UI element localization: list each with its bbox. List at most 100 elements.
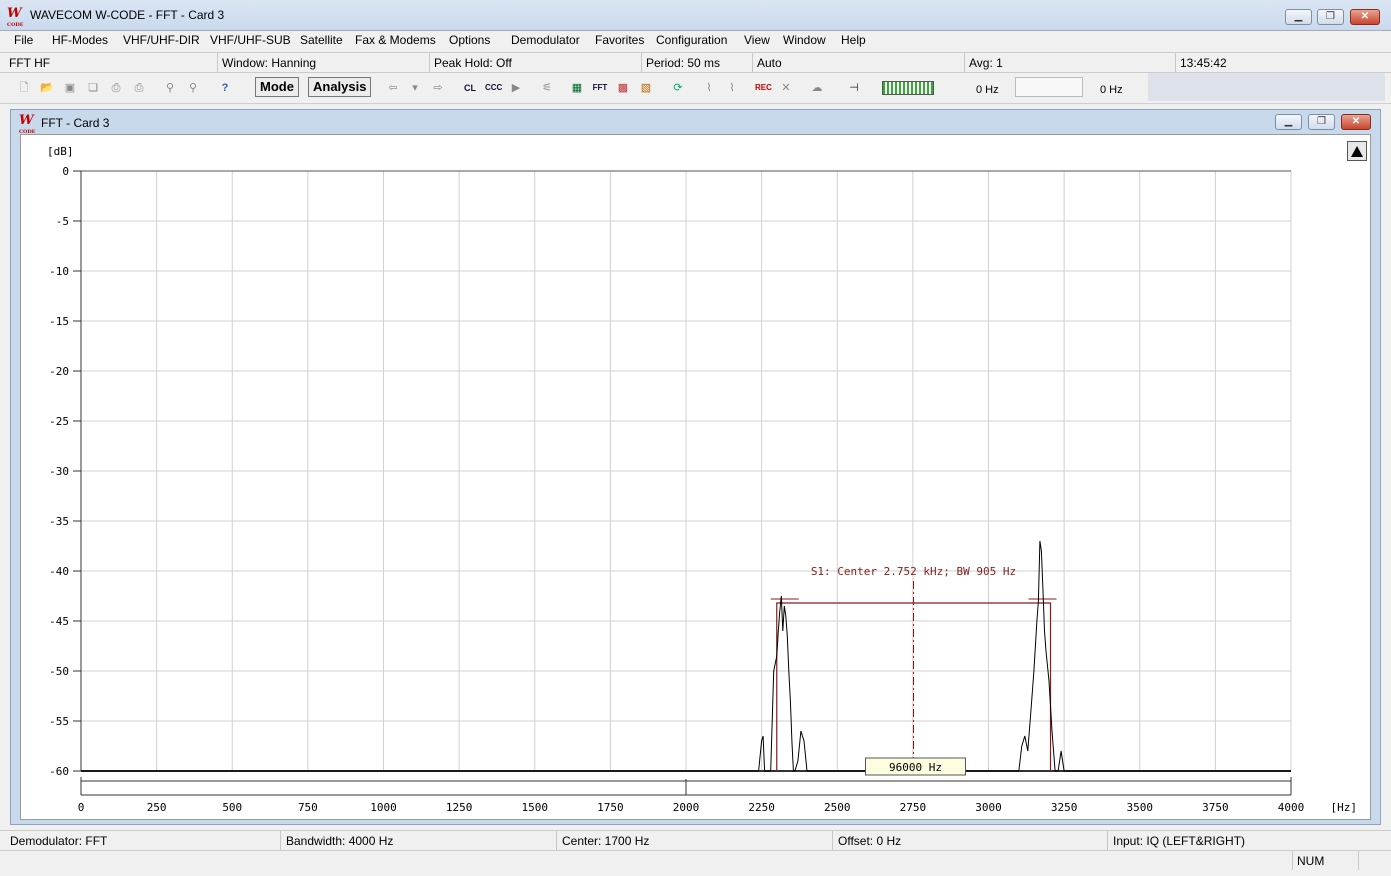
menu-favorites[interactable]: Favorites [595, 33, 644, 47]
x-tick-label: 500 [222, 801, 242, 814]
fft-status-row: FFT HF Window: Hanning Peak Hold: Off Pe… [0, 52, 1391, 73]
x-tick-label: 1500 [522, 801, 549, 814]
menu-configuration[interactable]: Configuration [656, 33, 727, 47]
sonagram-icon[interactable]: ▧ [638, 80, 654, 96]
close-button[interactable]: ✕ [1350, 9, 1380, 25]
tools-icon[interactable]: ✕ [778, 80, 794, 96]
new-file-icon[interactable]: 🗋 [16, 80, 32, 96]
selection-annotation: S1: Center 2.752 kHz; BW 905 Hz [811, 565, 1016, 578]
menu-vhf-uhf-sub[interactable]: VHF/UHF-SUB [210, 33, 291, 47]
x-tick-label: 3000 [975, 801, 1002, 814]
back-arrow-icon[interactable]: ⇦ [385, 80, 401, 96]
child-maximize-button[interactable]: ❐ [1308, 114, 1335, 130]
menu-help[interactable]: Help [841, 33, 866, 47]
pb-icon[interactable]: ⌇ [724, 80, 740, 96]
save-icon[interactable]: ▣ [62, 80, 78, 96]
x-tick-label: 3750 [1202, 801, 1229, 814]
child-logo-icon: W CODE [19, 113, 36, 135]
clock-label: 13:45:42 [1180, 56, 1227, 70]
print-preview-icon[interactable]: ⎙ [131, 80, 147, 96]
fft-child-window: W CODE FFT - Card 3 ▁ ❐ ✕ 0 -5 -10 -15 -20 -25… [10, 109, 1381, 825]
cloud-icon[interactable]: ☁ [809, 80, 825, 96]
mode-button[interactable]: Mode [255, 77, 299, 97]
period-label: Period: 50 ms [646, 56, 721, 70]
record-icon[interactable]: REC [755, 80, 772, 96]
window-title: WAVECOM W-CODE - FFT - Card 3 [30, 8, 225, 22]
antenna-icon[interactable]: ⚟ [539, 80, 555, 96]
menu-options[interactable]: Options [449, 33, 490, 47]
tuning-icon[interactable]: ⊣ [846, 80, 862, 96]
play-icon[interactable]: ▶ [508, 80, 524, 96]
y-tick-label: -30 [49, 465, 69, 478]
toolbar: 🗋 📂 ▣ ❏ ⎙ ⎙ ⚲ ⚲ ? Mode Analysis ⇦ ▾ ⇨ CL… [0, 73, 1391, 104]
analysis-button[interactable]: Analysis [308, 77, 372, 97]
x-tick-label: 3500 [1127, 801, 1154, 814]
refresh-icon[interactable]: ⟳ [670, 80, 686, 96]
menu-window[interactable]: Window [783, 33, 826, 47]
menu-fax-modems[interactable]: Fax & Modems [355, 33, 436, 47]
x-tick-label: 2000 [673, 801, 700, 814]
x-tick-label: 2750 [900, 801, 927, 814]
menu-view[interactable]: View [744, 33, 770, 47]
menu-file[interactable]: File [14, 33, 33, 47]
menu-vhf-uhf-dir[interactable]: VHF/UHF-DIR [123, 33, 200, 47]
child-window-title: FFT - Card 3 [41, 116, 110, 130]
average-label: Avg: 1 [969, 56, 1003, 70]
tuning-slider[interactable] [1015, 77, 1083, 97]
fft-mode-label: FFT HF [9, 56, 51, 70]
y-tick-label: -25 [49, 415, 69, 428]
y-tick-label: -15 [49, 315, 69, 328]
window-type-label: Window: Hanning [222, 56, 317, 70]
fft-chart[interactable]: 0 -5 -10 -15 -20 -25 -30 -35 -40 -45 -50 -55 -60 [dB]… [21, 135, 1370, 819]
y-tick-label: -35 [49, 515, 69, 528]
y-tick-label: -50 [49, 665, 69, 678]
ccc-icon[interactable]: CCC [485, 80, 502, 96]
auto-label: Auto [757, 56, 782, 70]
y-axis-label: [dB] [47, 145, 74, 158]
y-tick-label: 0 [62, 165, 69, 178]
find-icon[interactable]: ⚲ [162, 80, 178, 96]
level-meter [882, 81, 934, 95]
x-tick-label: 0 [78, 801, 85, 814]
scroll-up-button[interactable] [1347, 141, 1367, 161]
x-tick-label: 1000 [370, 801, 397, 814]
marker-label: 96000 Hz [889, 761, 942, 774]
x-tick-label: 2500 [824, 801, 851, 814]
dropdown-arrow-icon[interactable]: ▾ [407, 80, 423, 96]
waterfall-icon[interactable]: ▩ [615, 80, 631, 96]
x-tick-label: 750 [298, 801, 318, 814]
lf-icon[interactable]: ⌇ [701, 80, 717, 96]
demodulator-label: Demodulator: FFT [10, 834, 108, 848]
clear-icon[interactable]: CL [462, 80, 478, 96]
center-label: Center: 1700 Hz [562, 834, 650, 848]
tuning-freq-left: 0 Hz [976, 84, 999, 96]
title-bar: W CODE WAVECOM W-CODE - FFT - Card 3 ▁ ❐ … [0, 0, 1391, 31]
y-tick-label: -60 [49, 765, 69, 778]
menu-satellite[interactable]: Satellite [300, 33, 343, 47]
input-label: Input: IQ (LEFT&RIGHT) [1113, 834, 1246, 848]
num-lock-indicator: NUM [1297, 854, 1325, 868]
maximize-button[interactable]: ❐ [1317, 9, 1344, 25]
menu-demodulator[interactable]: Demodulator [511, 33, 580, 47]
fft-plot-area[interactable]: 0 -5 -10 -15 -20 -25 -30 -35 -40 -45 -50 -55 -60 [dB]… [20, 134, 1371, 820]
print-icon[interactable]: ⎙ [108, 80, 124, 96]
child-minimize-button[interactable]: ▁ [1275, 114, 1302, 130]
minimize-button[interactable]: ▁ [1285, 9, 1312, 25]
child-close-button[interactable]: ✕ [1341, 114, 1371, 130]
app-logo-icon: W CODE [7, 6, 24, 28]
x-tick-label: 3250 [1051, 801, 1078, 814]
help-icon[interactable]: ? [217, 80, 233, 96]
y-tick-label: -10 [49, 265, 69, 278]
bandwidth-label: Bandwidth: 4000 Hz [286, 834, 394, 848]
bottom-status-row: Demodulator: FFT Bandwidth: 4000 Hz Cent… [0, 830, 1391, 851]
x-tick-label: 4000 [1278, 801, 1305, 814]
y-tick-label: -45 [49, 615, 69, 628]
forward-arrow-icon[interactable]: ⇨ [430, 80, 446, 96]
tuning-freq-right: 0 Hz [1100, 84, 1123, 96]
monitor-icon[interactable]: ▦ [569, 80, 585, 96]
fft-icon[interactable]: FFT [592, 80, 608, 96]
open-folder-icon[interactable]: 📂 [39, 80, 55, 96]
menu-hf-modes[interactable]: HF-Modes [52, 33, 108, 47]
copy-icon[interactable]: ❏ [85, 80, 101, 96]
find-next-icon[interactable]: ⚲ [185, 80, 201, 96]
